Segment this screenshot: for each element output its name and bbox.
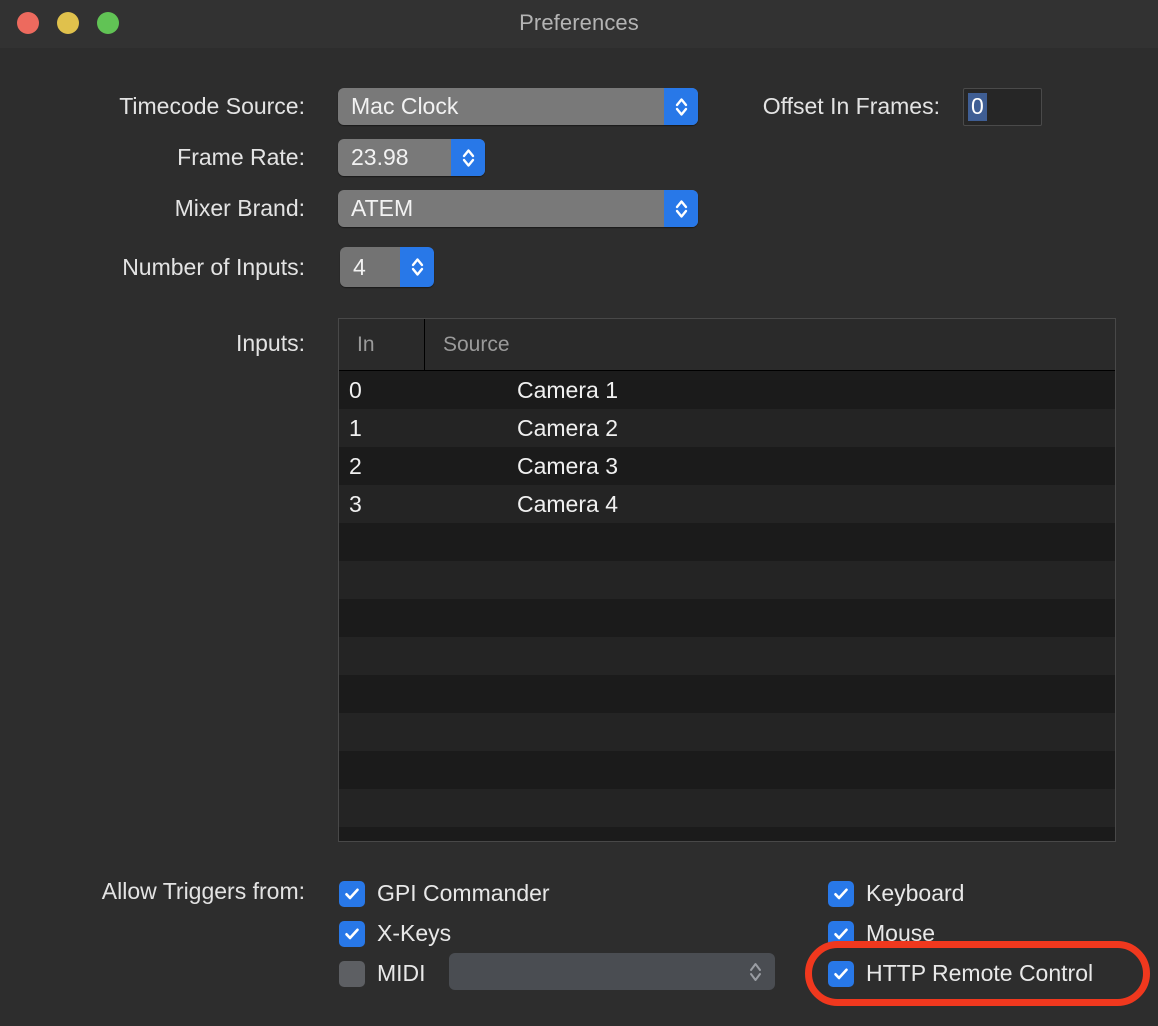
table-row[interactable]: 3Camera 4 [339,485,1115,523]
cell-in: 1 [339,415,425,442]
table-row-empty[interactable] [339,637,1115,675]
inputs-table[interactable]: In Source 0Camera 11Camera 22Camera 33Ca… [338,318,1116,842]
table-row[interactable]: 0Camera 1 [339,371,1115,409]
checkbox-midi[interactable]: MIDI [339,960,426,987]
titlebar: Preferences [0,0,1158,48]
checkbox-checked-icon [339,921,365,947]
checkbox-http-remote-control[interactable]: HTTP Remote Control [828,960,1093,987]
cell-in: 0 [339,377,425,404]
checkbox-mouse[interactable]: Mouse [828,920,935,947]
chevron-updown-icon [664,190,698,227]
cell-source: Camera 3 [425,453,1115,480]
frame-rate-label: Frame Rate: [55,144,305,171]
checkbox-label: HTTP Remote Control [866,960,1093,987]
number-of-inputs-label: Number of Inputs: [55,254,305,281]
offset-in-frames-input[interactable]: 0 [963,88,1042,126]
checkbox-keyboard[interactable]: Keyboard [828,880,964,907]
checkbox-gpi-commander[interactable]: GPI Commander [339,880,550,907]
table-row-empty[interactable] [339,713,1115,751]
allow-triggers-label: Allow Triggers from: [15,878,305,905]
inputs-label: Inputs: [55,330,305,357]
checkbox-checked-icon [828,881,854,907]
checkbox-label: MIDI [377,960,426,987]
column-header-in[interactable]: In [339,319,425,370]
checkbox-label: Mouse [866,920,935,947]
preferences-window: Preferences Timecode Source: Mac Clock O… [0,0,1158,1026]
checkbox-label: X-Keys [377,920,451,947]
table-body: 0Camera 11Camera 22Camera 33Camera 4 [339,371,1115,842]
chevron-updown-icon[interactable] [400,247,434,287]
checkbox-checked-icon [828,921,854,947]
table-row-empty[interactable] [339,751,1115,789]
cell-in: 3 [339,491,425,518]
cell-source: Camera 1 [425,377,1115,404]
table-header-row: In Source [339,319,1115,371]
timecode-source-value: Mac Clock [338,93,664,120]
table-row[interactable]: 2Camera 3 [339,447,1115,485]
table-row[interactable]: 1Camera 2 [339,409,1115,447]
table-row-empty[interactable] [339,523,1115,561]
chevron-updown-icon [451,139,485,176]
table-row-empty[interactable] [339,599,1115,637]
number-of-inputs-value: 4 [340,247,400,287]
frame-rate-combo[interactable]: 23.98 [338,139,485,176]
cell-source: Camera 2 [425,415,1115,442]
offset-in-frames-label: Offset In Frames: [690,93,940,120]
cell-in: 2 [339,453,425,480]
column-header-source[interactable]: Source [425,319,1115,370]
frame-rate-value: 23.98 [338,144,451,171]
timecode-source-popup[interactable]: Mac Clock [338,88,698,125]
table-row-empty[interactable] [339,789,1115,827]
mixer-brand-popup[interactable]: ATEM [338,190,698,227]
checkbox-label: GPI Commander [377,880,550,907]
mixer-brand-value: ATEM [338,195,664,222]
table-row-empty[interactable] [339,675,1115,713]
number-of-inputs-stepper[interactable]: 4 [340,247,434,287]
checkbox-x-keys[interactable]: X-Keys [339,920,451,947]
checkbox-checked-icon [339,881,365,907]
checkbox-label: Keyboard [866,880,964,907]
chevron-updown-icon [748,959,763,985]
table-row-empty[interactable] [339,827,1115,842]
table-row-empty[interactable] [339,561,1115,599]
checkbox-checked-icon [828,961,854,987]
offset-in-frames-value: 0 [968,93,987,120]
cell-source: Camera 4 [425,491,1115,518]
timecode-source-label: Timecode Source: [55,93,305,120]
midi-device-popup [449,953,775,990]
mixer-brand-label: Mixer Brand: [55,195,305,222]
checkbox-unchecked-icon [339,961,365,987]
window-title: Preferences [0,10,1158,36]
